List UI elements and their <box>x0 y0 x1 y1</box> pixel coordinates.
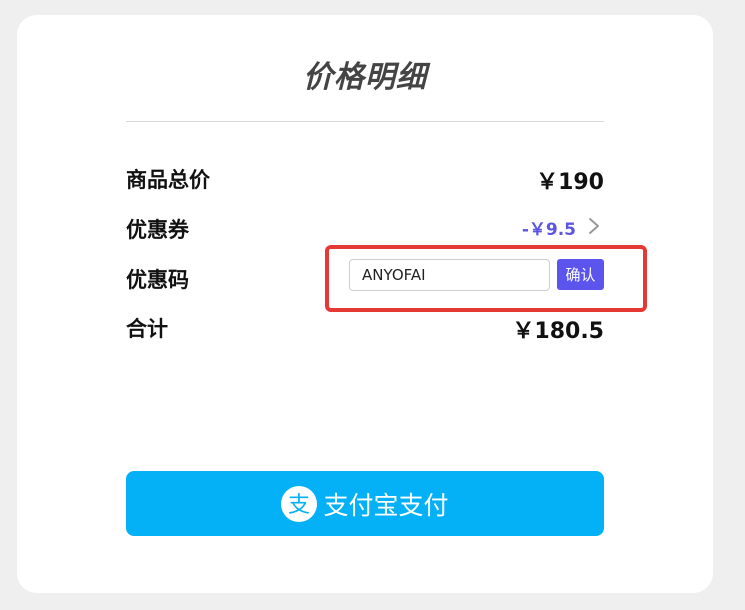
subtotal-label: 商品总价 <box>126 168 210 192</box>
page-title: 价格明细 <box>303 60 427 95</box>
alipay-pay-button[interactable]: 支 支付宝支付 <box>126 471 604 536</box>
promo-code-label: 优惠码 <box>126 268 189 292</box>
coupon-label: 优惠券 <box>126 218 189 242</box>
alipay-logo-glyph: 支 <box>288 493 310 518</box>
total-value: ￥180.5 <box>512 319 604 344</box>
total-label: 合计 <box>126 317 168 341</box>
chevron-right-icon[interactable] <box>586 217 602 235</box>
pay-button-label: 支付宝支付 <box>323 490 449 520</box>
coupon-value[interactable]: -￥9.5 <box>522 215 576 240</box>
divider <box>126 121 604 122</box>
subtotal-value: ￥190 <box>536 170 604 195</box>
promo-code-input[interactable] <box>349 259 550 291</box>
confirm-button[interactable]: 确认 <box>557 259 604 290</box>
alipay-icon: 支 <box>281 485 318 522</box>
